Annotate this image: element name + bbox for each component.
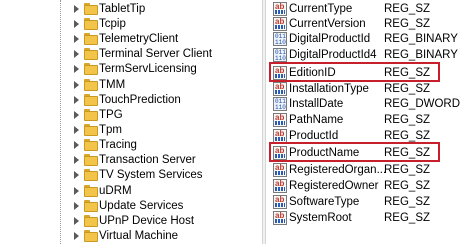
value-type: REG_SZ	[384, 147, 431, 159]
value-name: SystemRoot	[289, 212, 352, 224]
folder-icon	[84, 215, 98, 227]
string-value-icon: ab	[273, 163, 287, 177]
string-value-icon: ab	[273, 17, 287, 31]
value-type: REG_BINARY	[384, 49, 458, 61]
string-value-icon: ab	[273, 211, 287, 225]
folder-icon	[84, 139, 98, 151]
folder-icon	[84, 94, 98, 106]
string-value-icon: ab	[273, 146, 287, 160]
folder-icon	[84, 200, 98, 212]
folder-icon	[84, 48, 98, 60]
string-value-icon: ab	[273, 66, 287, 80]
string-value-icon: ab	[273, 82, 287, 96]
folder-icon	[84, 33, 98, 45]
string-value-icon: ab	[273, 2, 287, 16]
string-value-icon: ab	[273, 179, 287, 193]
registry-key-tree[interactable]: TabletTip Tcpip TelemetryClient Terminal…	[0, 0, 262, 244]
folder-icon	[84, 63, 98, 75]
binary-value-icon: 011 110	[273, 32, 287, 46]
folder-icon	[84, 124, 98, 136]
tree-item-label: Virtual Machine	[99, 230, 179, 242]
registry-values-list[interactable]: ab CurrentType REG_SZ ab CurrentVersion …	[266, 0, 474, 244]
value-row-systemroot[interactable]: ab SystemRoot REG_SZ	[266, 209, 474, 227]
value-name: ProductName	[289, 147, 360, 159]
folder-icon	[84, 154, 98, 166]
value-name: ProductId	[289, 130, 339, 142]
value-type: REG_SZ	[384, 212, 431, 224]
value-type: REG_SZ	[384, 130, 431, 142]
string-value-icon: ab	[273, 113, 287, 127]
folder-icon	[84, 109, 98, 121]
folder-icon	[84, 230, 98, 242]
value-row-productid[interactable]: ab ProductId REG_SZ	[266, 127, 474, 145]
folder-icon	[84, 79, 98, 91]
value-name: DigitalProductId4	[289, 49, 377, 61]
tree-item-virtual-machine[interactable]: Virtual Machine	[0, 227, 262, 244]
expand-arrow-icon[interactable]	[71, 227, 81, 244]
binary-value-icon: 011 110	[273, 48, 287, 62]
string-value-icon: ab	[273, 195, 287, 209]
folder-icon	[84, 185, 98, 197]
binary-value-icon: 011 110	[273, 97, 287, 111]
string-value-icon: ab	[273, 129, 287, 143]
value-row-productname[interactable]: ab ProductName REG_SZ	[266, 144, 474, 162]
folder-icon	[84, 18, 98, 30]
folder-icon	[84, 3, 98, 15]
folder-icon	[84, 169, 98, 181]
value-row-digitalproductid4[interactable]: 011 110 DigitalProductId4 REG_BINARY	[266, 46, 474, 64]
